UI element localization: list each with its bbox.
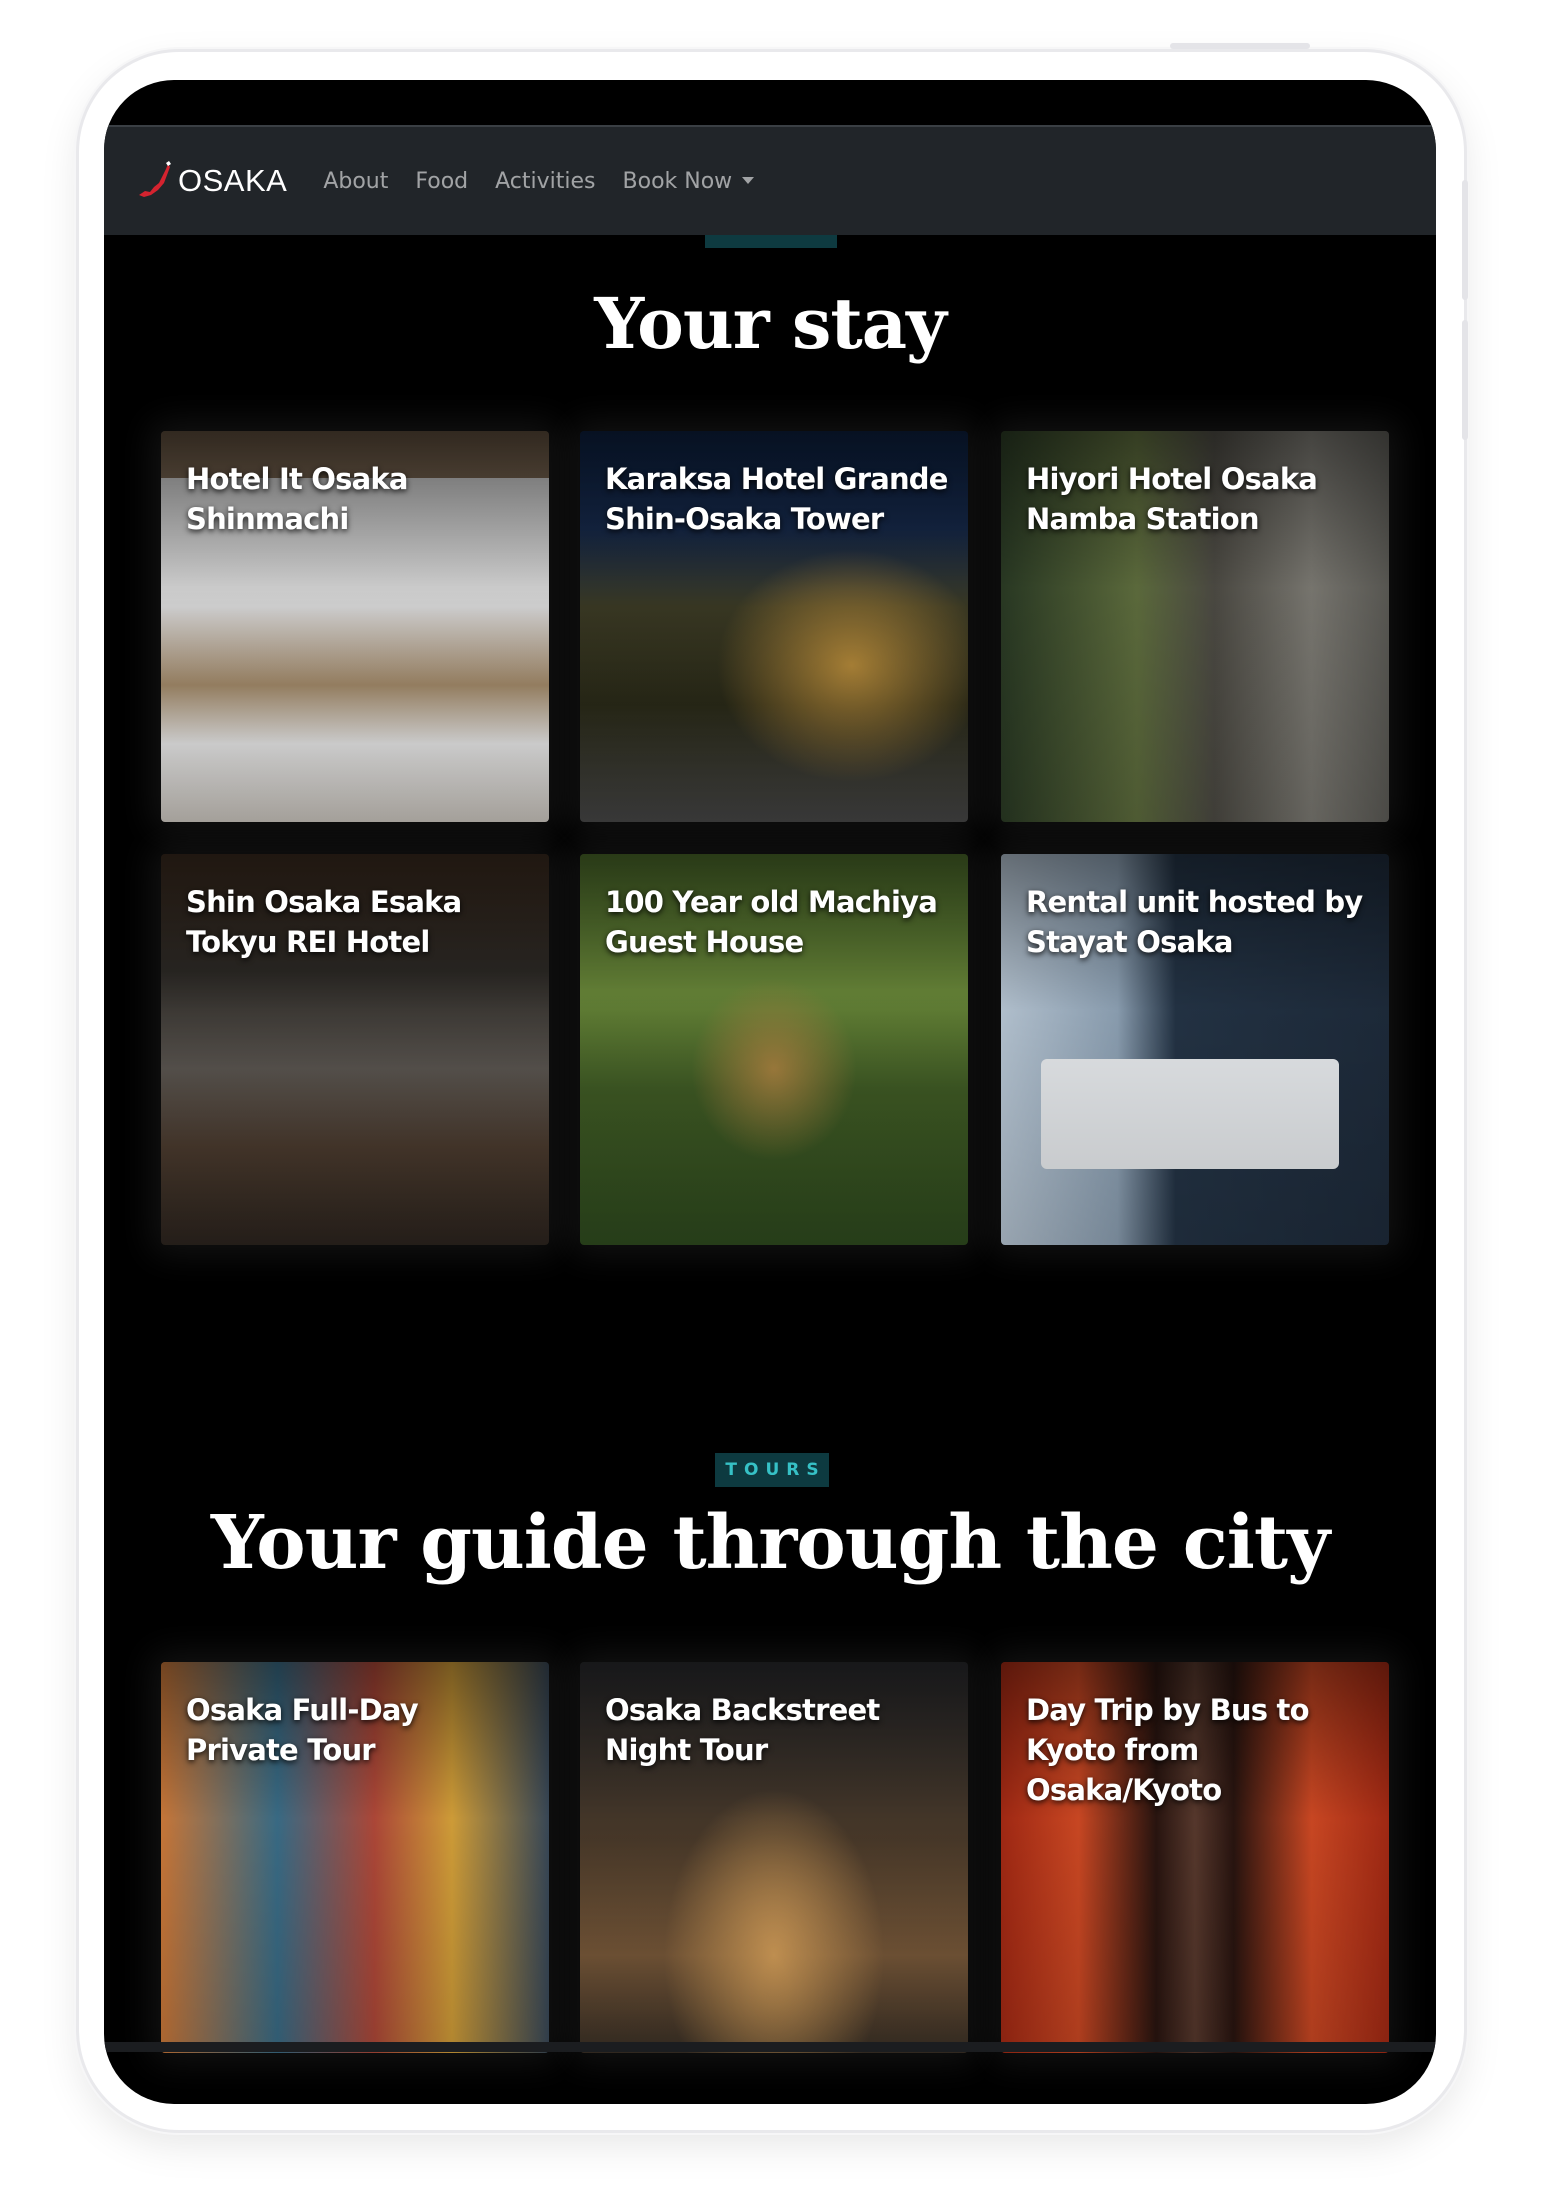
brand[interactable]: OSAKA — [136, 161, 287, 201]
navbar: OSAKA About Food Activities Book Now — [104, 125, 1436, 235]
tours-badge: TOURS — [715, 1453, 829, 1487]
hotel-card-title: Hiyori Hotel Osaka Namba Station — [1026, 462, 1318, 536]
nav-link-food[interactable]: Food — [415, 169, 468, 194]
hotel-card[interactable]: 100 Year old Machiya Guest House — [580, 854, 968, 1245]
tour-card-title: Osaka Backstreet Night Tour — [605, 1693, 880, 1767]
hotel-card-title: 100 Year old Machiya Guest House — [605, 885, 938, 959]
nav-link-activities[interactable]: Activities — [495, 169, 595, 194]
tour-card-title: Day Trip by Bus to Kyoto from Osaka/Kyot… — [1026, 1693, 1310, 1807]
tour-card-title: Osaka Full-Day Private Tour — [186, 1693, 419, 1767]
hotel-card-title: Rental unit hosted by Stayat Osaka — [1026, 885, 1363, 959]
hotels-badge-partial — [705, 235, 837, 248]
tablet-volume-button — [1170, 43, 1310, 49]
tour-card[interactable]: Day Trip by Bus to Kyoto from Osaka/Kyot… — [1001, 1662, 1389, 2053]
hotels-section-title: Your stay — [594, 282, 947, 365]
nav-dropdown-book-now[interactable]: Book Now — [623, 169, 755, 194]
tablet-side-button — [1462, 320, 1468, 440]
hotel-card-title: Hotel It Osaka Shinmachi — [186, 462, 408, 536]
japan-map-icon — [139, 161, 171, 197]
tablet-power-button — [1462, 180, 1468, 300]
hotel-card[interactable]: Rental unit hosted by Stayat Osaka — [1001, 854, 1389, 1245]
bottom-divider — [104, 2042, 1436, 2052]
tour-card[interactable]: Osaka Full-Day Private Tour — [161, 1662, 549, 2053]
nav-link-about[interactable]: About — [323, 169, 388, 194]
brand-name: OSAKA — [178, 163, 288, 198]
hotel-card[interactable]: Hiyori Hotel Osaka Namba Station — [1001, 431, 1389, 822]
hotel-card[interactable]: Hotel It Osaka Shinmachi — [161, 431, 549, 822]
hotel-card-title: Shin Osaka Esaka Tokyu REI Hotel — [186, 885, 462, 959]
nav-link-book-now-label: Book Now — [622, 168, 733, 194]
tablet-screen: OSAKA About Food Activities Book Now You… — [104, 80, 1436, 2104]
caret-down-icon — [742, 176, 755, 184]
hotel-card[interactable]: Shin Osaka Esaka Tokyu REI Hotel — [161, 854, 549, 1245]
hotel-card-title: Karaksa Hotel Grande Shin-Osaka Tower — [605, 462, 948, 536]
hotel-card[interactable]: Karaksa Hotel Grande Shin-Osaka Tower — [580, 431, 968, 822]
tour-card[interactable]: Osaka Backstreet Night Tour — [580, 1662, 968, 2053]
tours-section-title: Your guide through the city — [210, 1500, 1330, 1586]
